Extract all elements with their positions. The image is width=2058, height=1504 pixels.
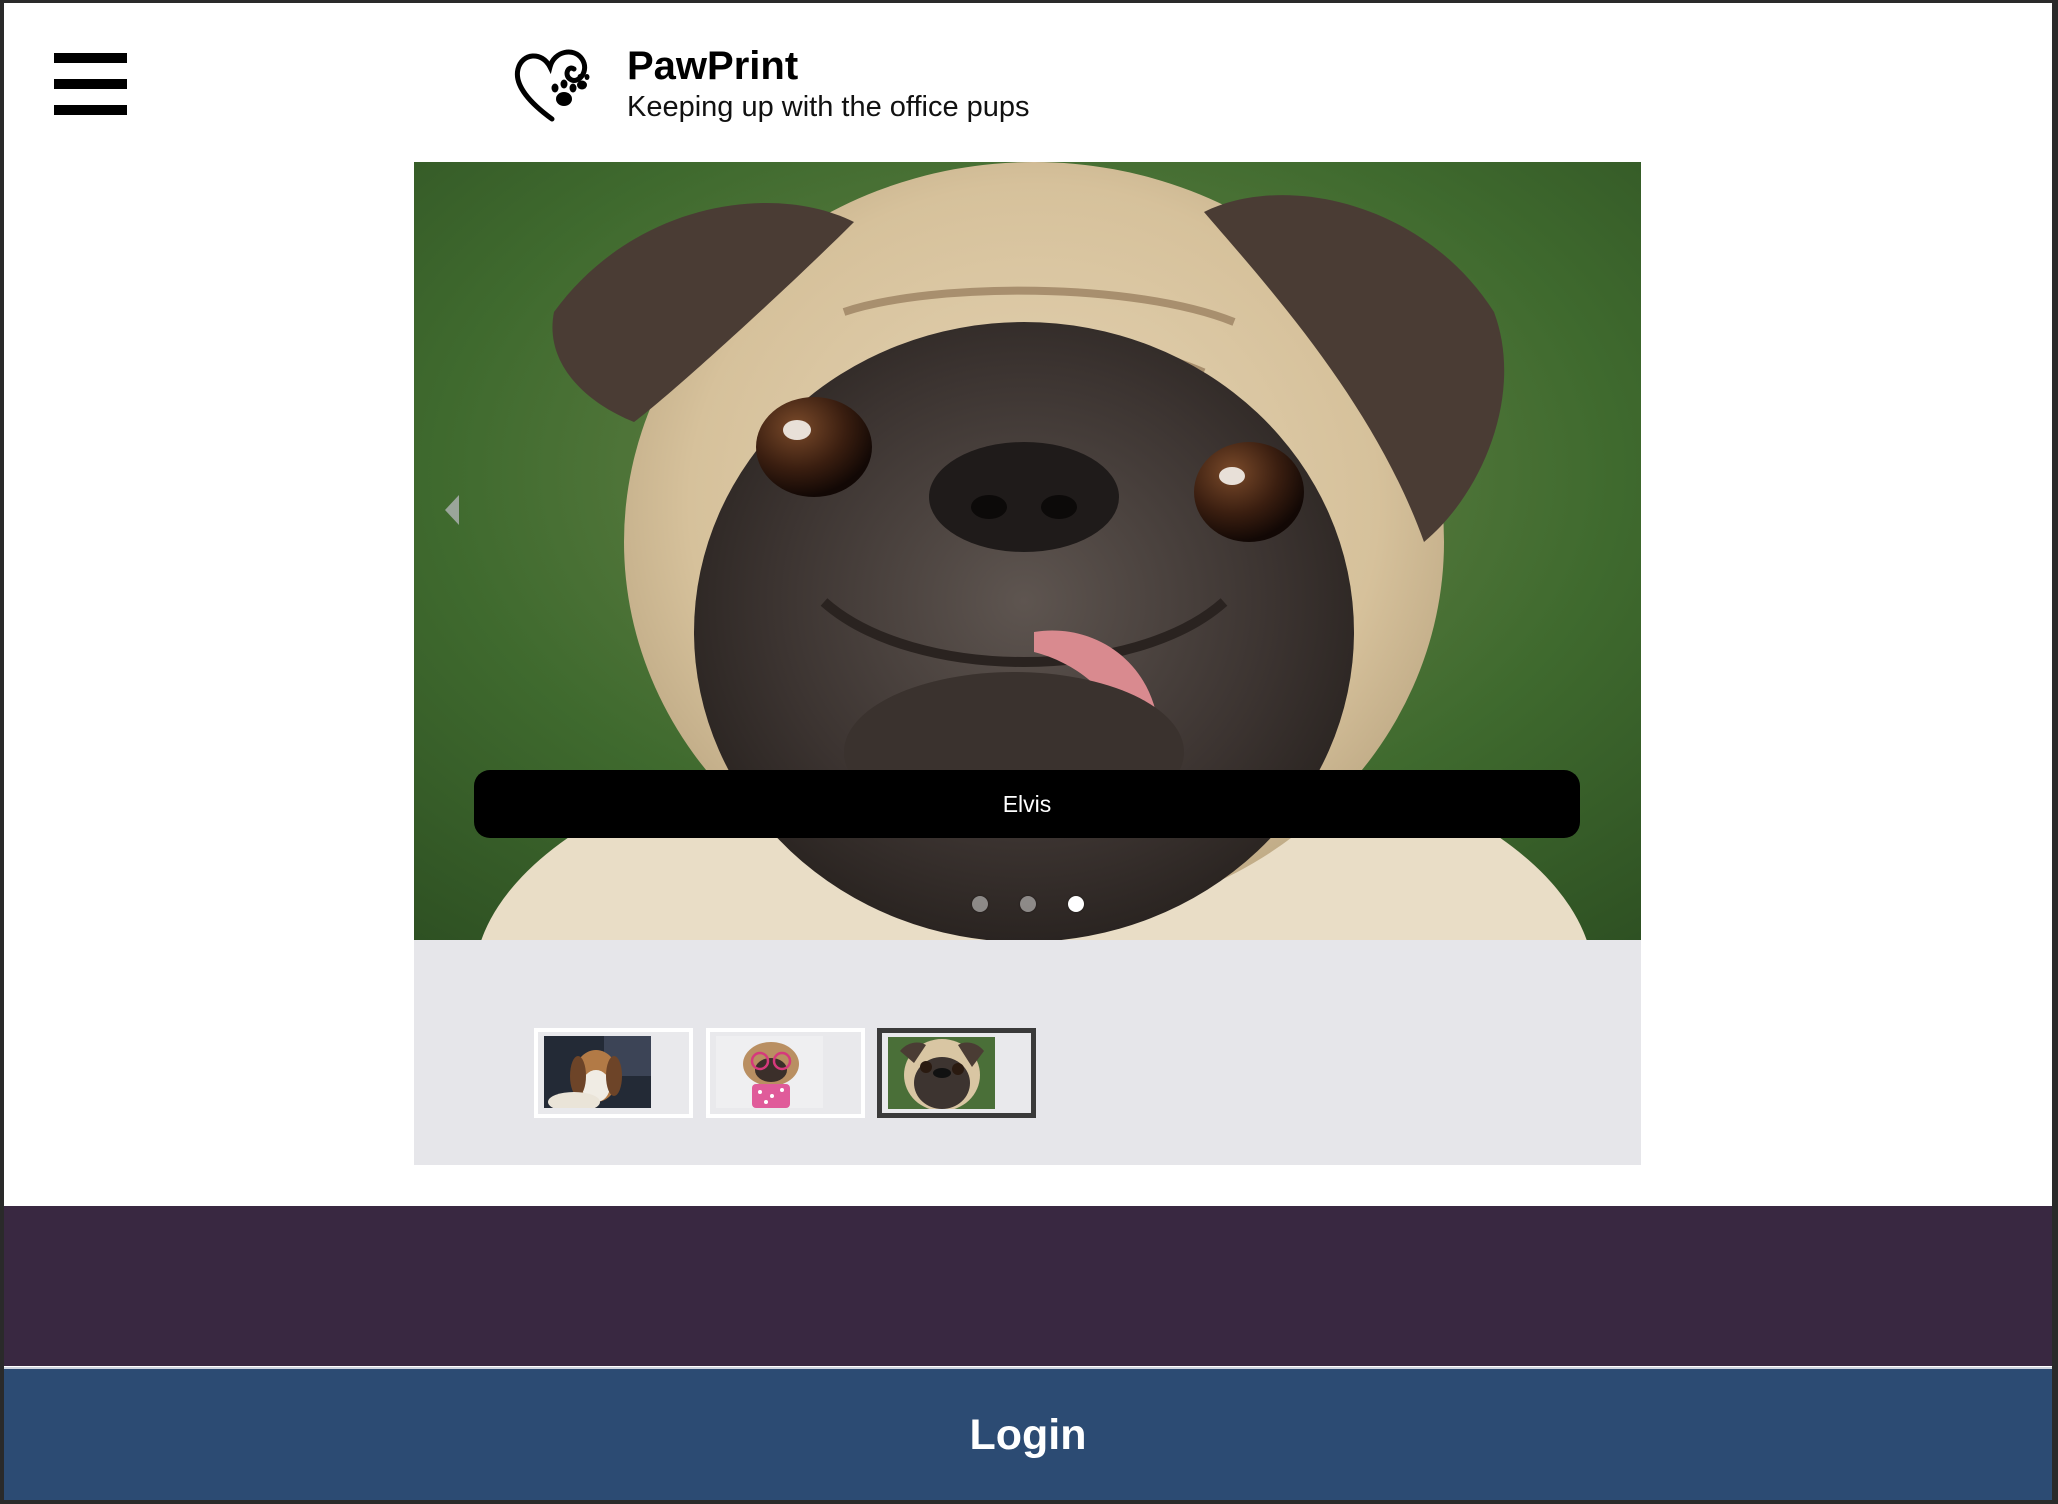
carousel-dot-1[interactable]: [971, 896, 988, 912]
login-label: Login: [969, 1411, 1087, 1459]
thumbnail-pug-closeup[interactable]: [877, 1028, 1036, 1118]
carousel-dot-3[interactable]: [1067, 896, 1084, 912]
menu-bar-line: [54, 79, 127, 89]
thumbnail-pug-glasses[interactable]: [706, 1028, 865, 1118]
app-tagline: Keeping up with the office pups: [627, 91, 1030, 123]
footer-band: [4, 1206, 2052, 1366]
app-title: PawPrint: [627, 44, 799, 88]
pug-closeup-photo: [888, 1037, 995, 1109]
carousel-dot-2[interactable]: [1019, 896, 1036, 912]
slide-caption: Elvis: [474, 770, 1580, 838]
login-button[interactable]: Login: [4, 1367, 2052, 1500]
carousel-prev-button[interactable]: [432, 480, 472, 540]
thumbnail-strip: [414, 940, 1641, 1165]
basset-hound-photo: [544, 1036, 651, 1108]
carousel-indicators: [414, 896, 1641, 916]
thumbnail-basset-hound[interactable]: [534, 1028, 693, 1118]
heart-paw-icon: [514, 49, 590, 122]
app-window: PawPrint Keeping up with the office pups: [4, 3, 2052, 1500]
triangle-left-icon: [445, 495, 459, 525]
hamburger-menu-icon[interactable]: [54, 53, 127, 115]
menu-bar-line: [54, 53, 127, 63]
image-carousel: Elvis: [414, 162, 1641, 940]
pug-with-glasses-photo: [716, 1036, 823, 1108]
menu-bar-line: [54, 105, 127, 115]
